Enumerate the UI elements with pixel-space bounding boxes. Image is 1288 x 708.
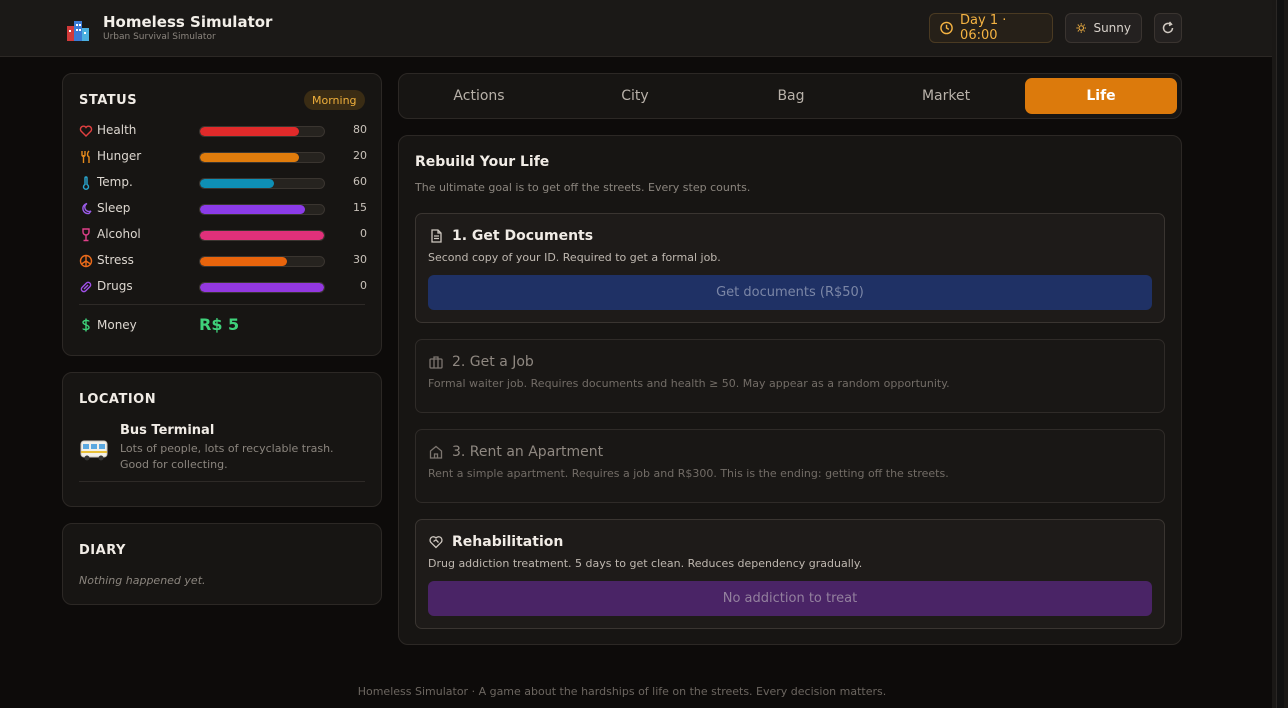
clock-icon [940,21,953,35]
weather-text: Sunny [1093,21,1131,35]
weather-badge: Sunny [1065,13,1142,43]
app-subtitle: Urban Survival Simulator [103,32,216,42]
get-documents-button[interactable]: Get documents (R$50) [428,275,1152,310]
card-description: Rent a simple apartment. Requires a job … [428,467,949,480]
stat-bar [199,230,325,241]
tab-actions[interactable]: Actions [403,78,555,114]
stat-value: 30 [353,253,367,266]
divider [79,304,365,305]
stat-label: Drugs [97,279,133,293]
stat-label: Temp. [97,175,133,189]
stat-bar-fill [200,179,275,188]
status-title: STATUS [79,93,138,108]
tab-market[interactable]: Market [870,78,1022,114]
day-time-badge: Day 1 · 06:00 [929,13,1053,43]
tab-life[interactable]: Life [1025,78,1177,114]
divider [79,481,365,482]
stat-label: Health [97,123,137,137]
heart-handshake-icon [429,536,443,549]
diary-title: DIARY [79,543,126,558]
stat-bar [199,126,325,137]
footer-text: Homeless Simulator · A game about the ha… [357,685,887,698]
life-title: Rebuild Your Life [415,154,550,170]
stat-bar-fill [200,127,300,136]
restart-icon [1162,21,1174,34]
stat-bar [199,282,325,293]
card-title: 3. Rent an Apartment [452,444,604,460]
stat-stress: Stress 30 [79,253,367,269]
main-tabs: Actions City Bag Market Life [398,73,1182,119]
stat-bar [199,204,325,215]
stat-bar-fill [200,153,300,162]
stat-bar-fill [200,257,287,266]
card-description: Formal waiter job. Requires documents an… [428,377,950,390]
rehabilitation-button[interactable]: No addiction to treat [428,581,1152,616]
stat-bar-fill [200,231,324,240]
stat-bar-fill [200,283,324,292]
card-title: Rehabilitation [452,534,564,550]
location-panel: LOCATION Bus Terminal Lots of people, lo… [62,372,382,507]
status-panel: STATUS Morning Health 80 Hunger 20 Temp.… [62,73,382,356]
pill-icon [80,281,92,293]
card-title: 2. Get a Job [452,354,534,370]
stat-health: Health 80 [79,123,367,139]
life-panel: Rebuild Your Life The ultimate goal is t… [398,135,1182,645]
briefcase-icon [429,356,443,369]
card-get-job: 2. Get a Job Formal waiter job. Requires… [415,339,1165,413]
stat-bar [199,152,325,163]
heart-icon [79,125,93,137]
document-icon [431,229,442,243]
house-icon [429,445,443,459]
stat-bar [199,178,325,189]
sun-icon [1076,23,1087,33]
life-subtitle: The ultimate goal is to get off the stre… [415,181,751,194]
location-name: Bus Terminal [120,423,215,438]
stat-label: Stress [97,253,134,267]
stat-value: 15 [353,201,367,214]
tab-city[interactable]: City [559,78,711,114]
stat-label: Alcohol [97,227,141,241]
stat-drugs: Drugs 0 [79,279,367,295]
stat-bar-fill [200,205,306,214]
card-rehabilitation: Rehabilitation Drug addiction treatment.… [415,519,1165,629]
tab-bag[interactable]: Bag [715,78,867,114]
stat-value: 60 [353,175,367,188]
card-rent-apartment: 3. Rent an Apartment Rent a simple apart… [415,429,1165,503]
money-value: R$ 5 [199,315,240,334]
stat-bar [199,256,325,267]
card-description: Drug addiction treatment. 5 days to get … [428,557,863,570]
stat-temperature: Temp. 60 [79,175,367,191]
app-header: Homeless Simulator Urban Survival Simula… [0,0,1272,57]
card-title: 1. Get Documents [452,228,594,244]
period-badge: Morning [304,90,365,110]
stat-value: 0 [360,227,367,240]
money-label: Money [97,318,137,332]
scrollbar-thumb[interactable] [1276,0,1284,708]
stat-label: Hunger [97,149,142,163]
stat-value: 20 [353,149,367,162]
stat-alcohol: Alcohol 0 [79,227,367,243]
city-buildings-icon [67,21,89,41]
diary-panel: DIARY Nothing happened yet. [62,523,382,605]
location-description: Lots of people, lots of recyclable trash… [120,442,334,471]
dollar-icon [82,318,90,332]
fork-knife-icon [81,150,90,163]
stat-hunger: Hunger 20 [79,149,367,165]
bus-icon [80,440,108,461]
stat-value: 80 [353,123,367,136]
thermometer-icon [82,176,90,190]
stat-label: Sleep [97,201,131,215]
diary-empty-text: Nothing happened yet. [79,574,206,587]
card-description: Second copy of your ID. Required to get … [428,251,721,264]
restart-button[interactable] [1154,13,1182,43]
app-title: Homeless Simulator [103,13,273,31]
location-title: LOCATION [79,392,157,407]
stress-icon [79,254,93,268]
stat-sleep: Sleep 15 [79,201,367,217]
moon-icon [82,202,92,215]
stat-value: 0 [360,279,367,292]
wine-glass-icon [82,228,90,242]
card-get-documents: 1. Get Documents Second copy of your ID.… [415,213,1165,323]
day-time-text: Day 1 · 06:00 [960,13,1007,43]
